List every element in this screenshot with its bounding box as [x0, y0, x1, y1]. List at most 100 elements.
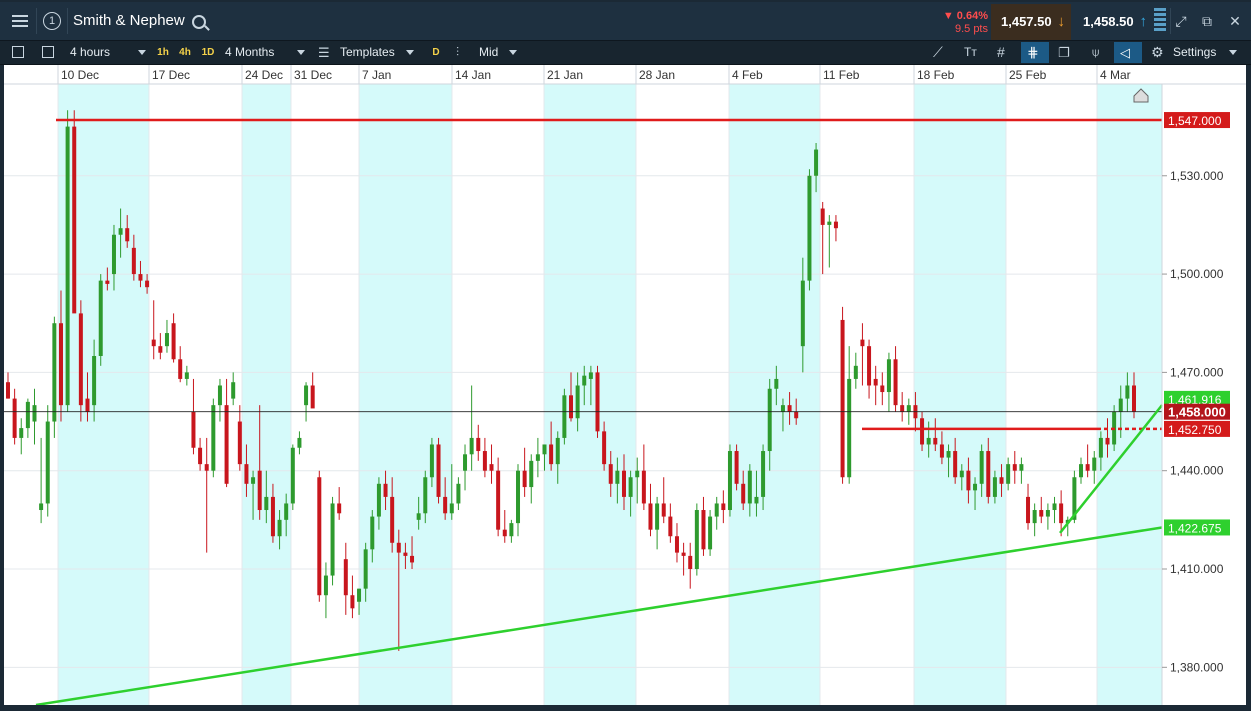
candle-body: [966, 470, 971, 491]
x-tick-label: 25 Feb: [1009, 68, 1047, 82]
layers-icon[interactable]: ❐: [1058, 41, 1070, 64]
templates-button[interactable]: Templates: [340, 41, 395, 64]
chevron-down-icon[interactable]: [138, 50, 146, 55]
candle-body: [701, 510, 706, 550]
gear-icon[interactable]: ⚙: [1151, 41, 1164, 64]
price-tag-icon[interactable]: ◁: [1120, 41, 1130, 64]
indicator-icon[interactable]: ⍦: [1092, 41, 1099, 64]
price-chart[interactable]: 10 Dec 17 Dec 24 Dec 31 Dec 7 Jan 14 Jan 21 Ja…: [4, 65, 1246, 707]
candle-body: [343, 559, 348, 596]
buy-arrow-icon: ↑: [1139, 13, 1148, 30]
candle-body: [277, 519, 282, 537]
candle-body: [668, 516, 673, 537]
candle-body: [886, 359, 891, 393]
candle-body: [1092, 457, 1097, 471]
candle-body: [403, 552, 408, 556]
sell-price-button[interactable]: 1,457.50 ↓: [991, 4, 1071, 40]
candle-body: [873, 378, 878, 386]
candlestick-icon[interactable]: ⫶: [456, 41, 459, 64]
candle-body: [641, 470, 646, 504]
chevron-down-icon[interactable]: [297, 50, 305, 55]
candle-body: [350, 595, 355, 609]
candle-body: [542, 444, 547, 455]
sell-arrow-icon: ↓: [1057, 13, 1066, 30]
change-points: 9.5 pts: [954, 23, 988, 35]
hamburger-menu-icon[interactable]: [6, 2, 34, 40]
candle-body: [582, 375, 587, 386]
x-axis-background: [4, 65, 1246, 84]
expand-icon[interactable]: ⤢: [1174, 14, 1188, 28]
candle-body: [370, 516, 375, 550]
chevron-down-icon[interactable]: [1229, 50, 1237, 55]
candle-body: [522, 470, 527, 488]
support-price-label-text: 1,422.675: [1168, 521, 1222, 535]
candle-body: [721, 503, 726, 511]
buy-price-button[interactable]: 1,458.50 ↑: [1073, 4, 1151, 40]
candle-body: [1012, 464, 1017, 471]
pop-out-icon[interactable]: ⧉: [1200, 14, 1214, 28]
candle-body: [443, 496, 448, 514]
y-tick-label: 1,380.000: [1170, 660, 1224, 674]
candle-body: [482, 451, 487, 471]
candle-body: [1059, 503, 1064, 524]
chart-list-icon[interactable]: [12, 46, 24, 58]
draw-line-icon[interactable]: ⟋: [933, 41, 943, 64]
candle-body: [1105, 437, 1110, 445]
candle-body: [224, 405, 229, 484]
candle-body: [635, 470, 640, 478]
candle-body: [840, 319, 845, 478]
weekend-band: [914, 84, 1006, 705]
candle-body: [608, 464, 613, 484]
candle-body: [1006, 464, 1011, 484]
candle-body: [794, 411, 799, 419]
weekend-band: [58, 84, 149, 705]
buy-price: 1,458.50: [1083, 14, 1134, 29]
candle-body: [52, 323, 57, 422]
candle-body: [741, 483, 746, 504]
search-icon[interactable]: [192, 15, 206, 29]
candle-body: [900, 405, 905, 412]
candle-body: [45, 421, 50, 504]
candle-body: [290, 447, 295, 504]
candle-body: [575, 385, 580, 419]
templates-icon[interactable]: ☰: [318, 41, 330, 64]
level-price-label: 1,452.750: [1164, 420, 1230, 437]
interval-select[interactable]: 4 hours: [70, 41, 110, 64]
candle-body: [357, 588, 362, 602]
candle-body: [535, 454, 540, 461]
settings-button[interactable]: Settings: [1173, 41, 1216, 64]
candle-body: [549, 444, 554, 465]
price-type-select[interactable]: Mid: [479, 41, 498, 64]
d-chip[interactable]: D: [430, 45, 442, 60]
candle-body: [661, 503, 666, 517]
candle-body: [787, 405, 792, 412]
layout-grid-icon[interactable]: [42, 46, 54, 58]
chevron-down-icon[interactable]: [406, 50, 414, 55]
candle-body: [337, 503, 342, 514]
chart-area[interactable]: 10 Dec 17 Dec 24 Dec 31 Dec 7 Jan 14 Jan 21 Ja…: [4, 65, 1246, 707]
market-depth-icon[interactable]: [1154, 8, 1166, 36]
grid-icon[interactable]: #: [997, 41, 1005, 64]
crosshair-icon[interactable]: ⋕: [1027, 41, 1039, 64]
chart-toolbar: 4 hours 1h 4h 1D 4 Months ☰ Templates D …: [0, 41, 1251, 65]
candle-body: [1032, 510, 1037, 524]
candle-body: [979, 451, 984, 484]
text-tool-icon[interactable]: Tт: [964, 41, 977, 64]
candle-body: [1039, 510, 1044, 517]
workspace-number-icon[interactable]: 1: [40, 2, 64, 40]
quick-interval-4h[interactable]: 4h: [177, 45, 193, 60]
candle-body: [1098, 437, 1103, 458]
change-percent: ▼ 0.64%: [942, 10, 988, 22]
candle-body: [1118, 398, 1123, 412]
quick-interval-1h[interactable]: 1h: [155, 45, 171, 60]
candle-body: [847, 378, 852, 478]
candle-body: [747, 470, 752, 504]
chevron-down-icon[interactable]: [509, 50, 517, 55]
candle-body: [529, 460, 534, 488]
candle-body: [827, 221, 832, 225]
candle-body: [469, 437, 474, 455]
quick-interval-1d[interactable]: 1D: [199, 45, 217, 60]
range-select[interactable]: 4 Months: [225, 41, 274, 64]
close-icon[interactable]: ✕: [1228, 14, 1242, 28]
instrument-title[interactable]: Smith & Nephew: [73, 2, 185, 40]
